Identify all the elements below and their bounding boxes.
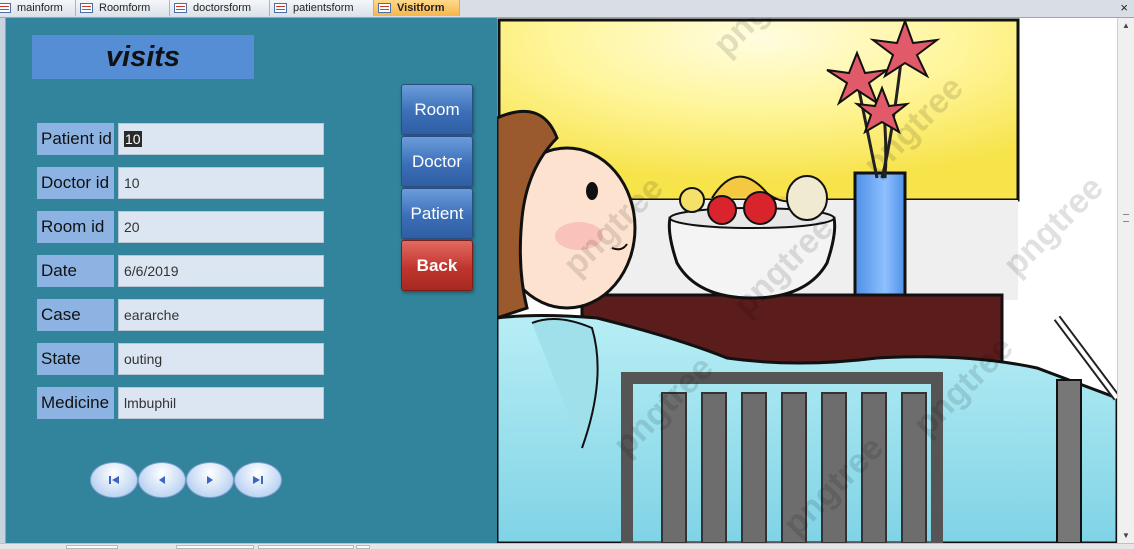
back-button[interactable]: Back <box>401 240 473 291</box>
medicine-field[interactable]: lmbuphil <box>118 387 324 419</box>
patient-id-field[interactable]: 10 <box>118 123 324 155</box>
scroll-segment[interactable] <box>356 545 370 549</box>
next-record-icon <box>207 476 213 484</box>
doctor-id-field[interactable]: 10 <box>118 167 324 199</box>
scroll-segment[interactable] <box>176 545 254 549</box>
patient-button[interactable]: Patient <box>401 188 473 239</box>
form-title: visits <box>105 40 181 73</box>
tab-mainform[interactable]: mainform <box>0 0 76 16</box>
room-id-label: Room id <box>37 211 114 243</box>
horizontal-scrollbar[interactable] <box>0 543 1134 549</box>
first-record-icon <box>109 476 119 484</box>
next-record-button[interactable] <box>186 462 234 498</box>
state-label: State <box>37 343 114 375</box>
room-id-field[interactable]: 20 <box>118 211 324 243</box>
case-field[interactable]: eararche <box>118 299 324 331</box>
scroll-grip[interactable] <box>1123 214 1129 222</box>
previous-record-button[interactable] <box>138 462 186 498</box>
first-record-button[interactable] <box>90 462 138 498</box>
case-value: eararche <box>124 307 180 323</box>
tab-label: patientsform <box>293 2 354 14</box>
patient-in-bed-illustration: pngtree pngtree pngtree pngtree pngtree … <box>497 18 1117 543</box>
tab-label: Roomform <box>99 2 151 14</box>
medicine-label: Medicine <box>37 387 114 419</box>
doctor-id-value: 10 <box>124 175 140 191</box>
tab-doctorsform[interactable]: doctorsform <box>170 0 270 16</box>
patient-id-label: Patient id <box>37 123 114 155</box>
scroll-thumb[interactable] <box>258 545 354 549</box>
case-label: Case <box>37 299 114 331</box>
form-icon <box>80 3 93 13</box>
tab-patientsform[interactable]: patientsform <box>270 0 374 16</box>
visit-form: visits Patient id 10 Doctor id 10 Room i… <box>6 18 497 543</box>
date-field[interactable]: 6/6/2019 <box>118 255 324 287</box>
room-id-value: 20 <box>124 219 140 235</box>
scroll-down-icon[interactable]: ▼ <box>1122 531 1130 540</box>
date-label: Date <box>37 255 114 287</box>
previous-record-icon <box>159 476 165 484</box>
tab-roomform[interactable]: Roomform <box>76 0 170 16</box>
form-icon <box>378 3 391 13</box>
tab-label: mainform <box>17 2 63 14</box>
form-title-box: visits <box>32 35 254 79</box>
doctor-id-label: Doctor id <box>37 167 114 199</box>
medicine-value: lmbuphil <box>124 395 177 411</box>
document-tab-bar: mainform Roomform doctorsform patientsfo… <box>0 0 1134 18</box>
form-icon <box>174 3 187 13</box>
state-field[interactable]: outing <box>118 343 324 375</box>
tab-visitform[interactable]: Visitform <box>374 0 460 16</box>
last-record-button[interactable] <box>234 462 282 498</box>
form-icon <box>0 3 11 13</box>
scroll-segment[interactable] <box>66 545 118 549</box>
last-record-icon <box>253 476 263 484</box>
patient-id-value: 10 <box>124 131 142 147</box>
state-value: outing <box>124 351 163 367</box>
date-value: 6/6/2019 <box>124 263 179 279</box>
form-icon <box>274 3 287 13</box>
illustration-image: pngtree pngtree pngtree pngtree pngtree … <box>497 18 1117 543</box>
tab-label: doctorsform <box>193 2 252 14</box>
close-icon[interactable]: × <box>1120 0 1128 15</box>
doctor-button[interactable]: Doctor <box>401 136 473 187</box>
tab-label: Visitform <box>397 2 445 14</box>
vertical-scrollbar[interactable]: ▲ ▼ <box>1117 18 1134 543</box>
scroll-up-icon[interactable]: ▲ <box>1122 21 1130 30</box>
room-button[interactable]: Room <box>401 84 473 135</box>
